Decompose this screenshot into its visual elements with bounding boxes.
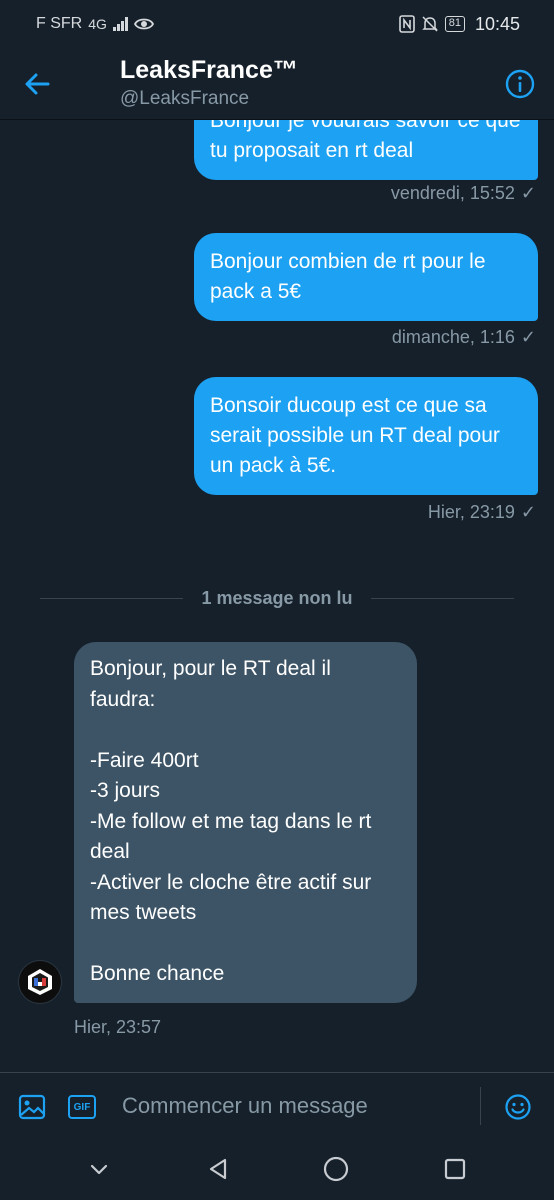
logo-icon <box>28 969 52 995</box>
unread-divider: 1 message non lu <box>40 588 514 608</box>
message-timestamp: Hier, 23:57 <box>74 1017 162 1037</box>
image-icon <box>18 1094 46 1120</box>
back-button[interactable] <box>20 66 56 102</box>
conversation-header: LeaksFrance™ @LeaksFrance <box>0 48 554 120</box>
dm-screen: F SFR 4G 81 10:45 LeaksFrance™ @LeaksFra… <box>0 0 554 1200</box>
info-button[interactable] <box>504 68 536 100</box>
contact-name: LeaksFrance™ <box>120 56 298 84</box>
message-line: -Me follow et me tag dans le rt deal <box>90 809 372 864</box>
message-timestamp: Hier, 23:19 ✓ <box>427 502 536 522</box>
sent-check-icon: ✓ <box>520 183 536 203</box>
emoji-button[interactable] <box>504 1093 532 1121</box>
message-text: Bonjour je voudrais savoir ce que tu pro… <box>210 120 521 162</box>
incoming-message[interactable]: Bonjour, pour le RT deal il faudra: -Fai… <box>74 642 417 1003</box>
contact-handle: @LeaksFrance <box>120 88 250 109</box>
sent-check-icon: ✓ <box>520 327 536 347</box>
info-icon <box>505 69 535 99</box>
message-line: Bonjour, pour le RT deal il faudra: <box>90 657 331 711</box>
nfc-icon <box>398 15 415 33</box>
arrow-left-icon <box>25 73 50 95</box>
avatar[interactable] <box>18 960 62 1004</box>
battery-indicator: 81 <box>444 16 465 32</box>
message-list[interactable]: Bonjour je voudrais savoir ce que tu pro… <box>0 120 554 1072</box>
status-bar: F SFR 4G 81 10:45 <box>0 0 554 48</box>
message-text: Bonsoir ducoup est ce que sa serait poss… <box>210 394 500 477</box>
nav-collapse-button[interactable] <box>79 1149 119 1189</box>
unread-label: 1 message non lu <box>201 587 353 608</box>
message-line: -3 jours <box>90 779 161 802</box>
bell-off-icon <box>421 16 438 32</box>
message-text: Bonjour combien de rt pour le pack a 5€ <box>210 250 486 303</box>
sent-check-icon: ✓ <box>520 502 536 522</box>
message-line: -Faire 400rt <box>90 748 199 772</box>
gif-button[interactable]: GIF <box>68 1095 96 1119</box>
nav-home-button[interactable] <box>316 1149 356 1189</box>
outgoing-message[interactable]: Bonsoir ducoup est ce que sa serait poss… <box>194 377 538 495</box>
contact-info[interactable]: LeaksFrance™ @LeaksFrance <box>120 56 298 110</box>
gif-label: GIF <box>73 1101 91 1113</box>
message-composer: GIF <box>0 1072 554 1138</box>
nav-recents-button[interactable] <box>435 1149 475 1189</box>
message-timestamp: dimanche, 1:16 ✓ <box>391 327 536 347</box>
status-right: 81 10:45 <box>398 13 520 35</box>
system-nav-bar <box>0 1138 554 1200</box>
triangle-back-icon <box>209 1158 226 1180</box>
signal-icon <box>112 17 128 31</box>
message-line <box>90 929 401 960</box>
composer-divider <box>480 1087 481 1125</box>
status-left: F SFR 4G <box>36 15 154 33</box>
square-recents-icon <box>444 1158 465 1180</box>
outgoing-message[interactable]: Bonjour combien de rt pour le pack a 5€ <box>194 233 538 321</box>
nav-back-button[interactable] <box>198 1149 238 1189</box>
clock: 10:45 <box>474 13 520 34</box>
carrier-label: F SFR <box>36 15 83 32</box>
eye-icon <box>133 18 154 30</box>
emoji-icon <box>505 1094 531 1120</box>
message-line: Bonne chance <box>90 962 225 985</box>
outgoing-message[interactable]: Bonjour je voudrais savoir ce que tu pro… <box>194 120 538 180</box>
add-image-button[interactable] <box>18 1093 46 1121</box>
circle-home-icon <box>324 1156 349 1182</box>
network-label: 4G <box>88 16 107 32</box>
message-line: -Activer le cloche être actif sur mes tw… <box>90 870 372 925</box>
chevron-down-icon <box>91 1164 108 1175</box>
message-input[interactable] <box>112 1087 472 1125</box>
message-timestamp: vendredi, 15:52 ✓ <box>390 183 536 203</box>
message-line <box>90 715 401 746</box>
